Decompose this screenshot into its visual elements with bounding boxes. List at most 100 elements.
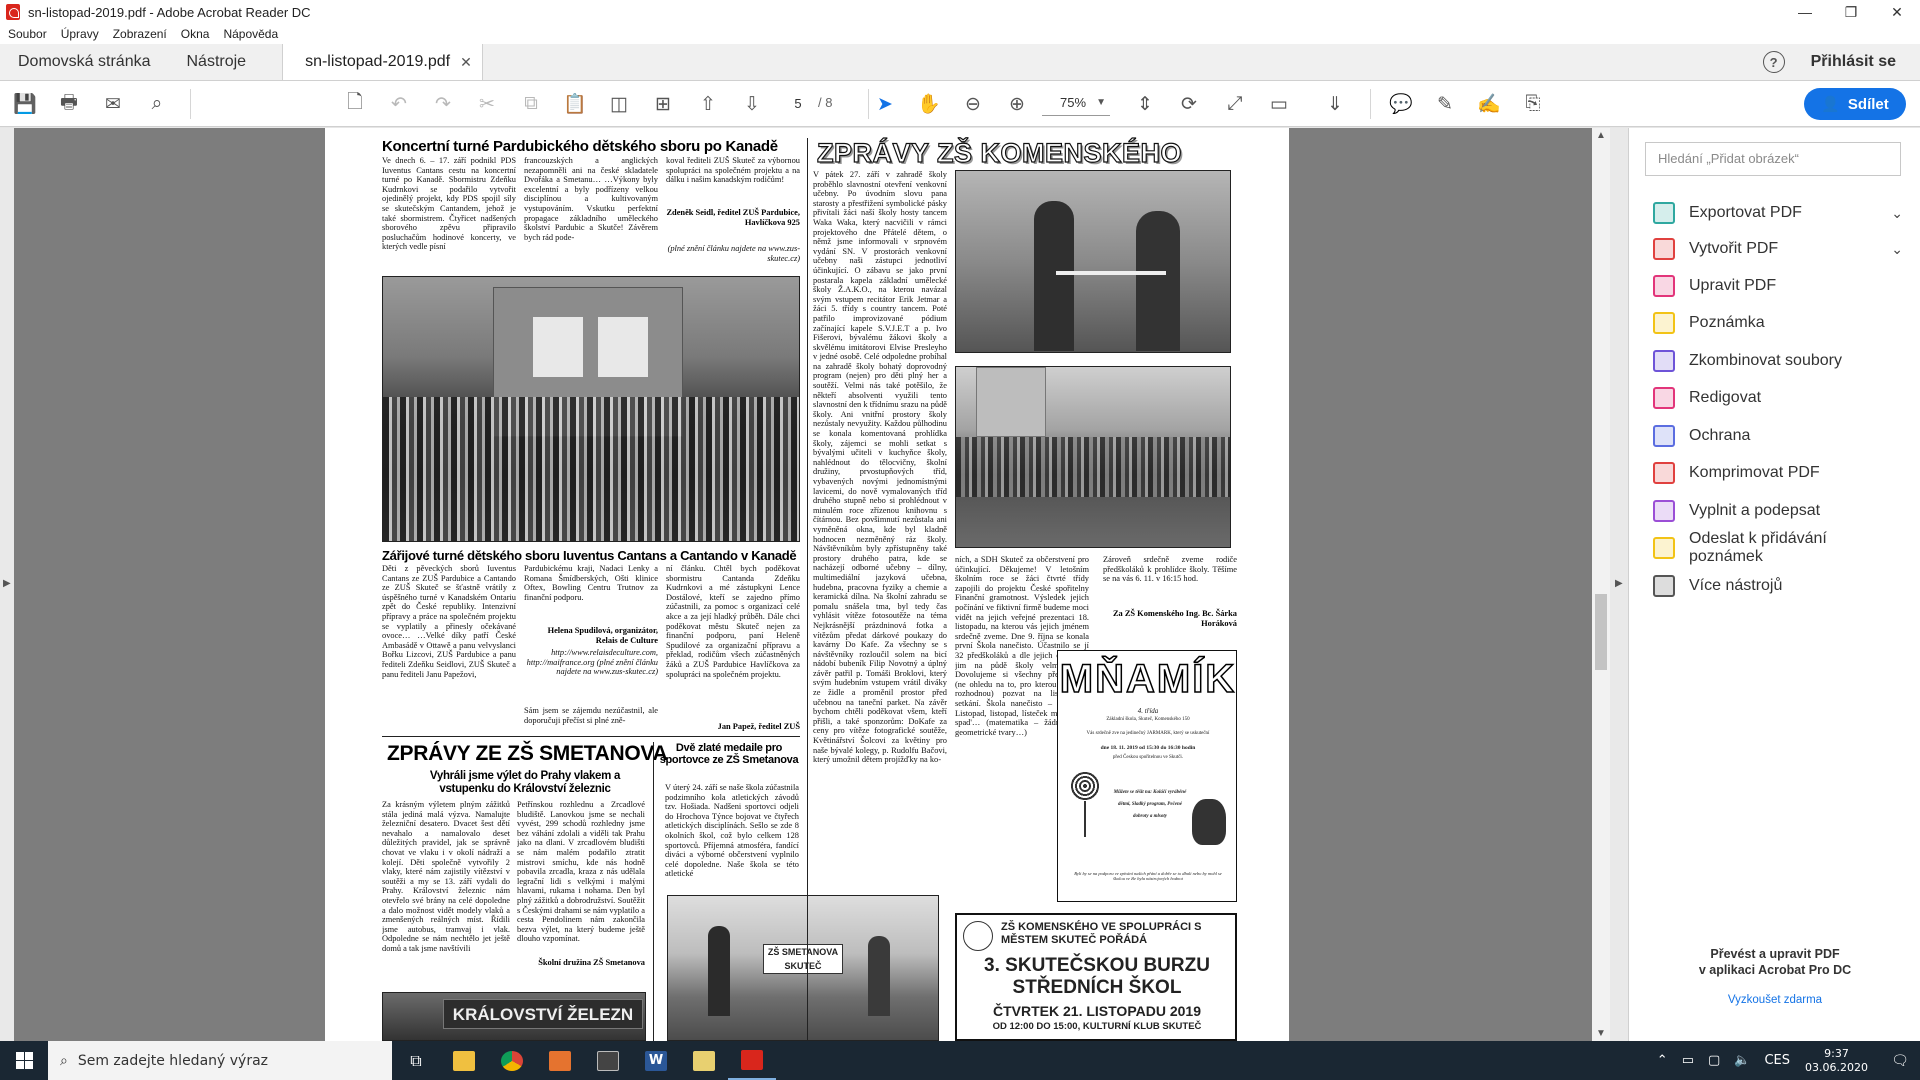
highlight-pen-icon[interactable]: ✎ <box>1432 91 1458 117</box>
zoom-out-icon[interactable]: ⊖ <box>960 91 986 117</box>
menu-window[interactable]: Okna <box>181 27 210 41</box>
maximize-button[interactable]: ❐ <box>1828 0 1874 24</box>
email-icon[interactable]: ✉ <box>100 91 126 117</box>
comment-icon[interactable]: 💬 <box>1388 91 1414 117</box>
rotate-icon[interactable]: ⟳ <box>1176 91 1202 117</box>
tool-komprimovat-pdf[interactable]: Komprimovat PDF <box>1653 460 1903 486</box>
chevron-down-icon[interactable]: ⌄ <box>1891 205 1903 222</box>
tab-tools[interactable]: Nástroje <box>169 44 265 80</box>
tool-label: Zkombinovat soubory <box>1689 352 1842 369</box>
tab-home[interactable]: Domovská stránka <box>0 44 169 80</box>
scroll-up-icon[interactable]: ▲ <box>1596 130 1606 141</box>
jarmark-poster: MŇAMÍK 4. třída Základní škola, Skuteč, … <box>1057 650 1237 902</box>
tool-vytvořit-pdf[interactable]: Vytvořit PDF ⌄ <box>1653 236 1903 262</box>
snapshot-icon[interactable]: ◫ <box>606 91 632 117</box>
save-icon[interactable]: 💾 <box>12 91 38 117</box>
tool-label: Komprimovat PDF <box>1689 464 1820 481</box>
add-user-icon: 👤 <box>1821 96 1840 113</box>
chevron-down-icon[interactable]: ⌄ <box>1891 241 1903 258</box>
menu-view[interactable]: Zobrazení <box>113 27 167 41</box>
signin-button[interactable]: Přihlásit se <box>1811 53 1896 71</box>
chevron-right-icon: ▶ <box>3 578 11 589</box>
paste-icon[interactable]: 📋 <box>562 91 588 117</box>
sign-icon[interactable]: ✍ <box>1476 91 1502 117</box>
scroll-down-icon[interactable]: ▼ <box>1596 1028 1606 1039</box>
zoom-select[interactable]: 75% ▼ <box>1042 90 1110 116</box>
start-button[interactable] <box>0 1041 48 1080</box>
task-view-icon[interactable]: ⧉ <box>392 1041 440 1080</box>
share-button[interactable]: 👤 Sdílet <box>1804 88 1906 120</box>
notification-icon[interactable]: 🗨 <box>1880 1053 1920 1069</box>
article-title-zarijove: Zářijové turné dětského sboru Iuventus C… <box>382 548 797 563</box>
chrome-icon[interactable] <box>488 1041 536 1080</box>
try-free-link[interactable]: Vyzkoušet zdarma <box>1629 994 1920 1006</box>
undo-icon[interactable]: ↶ <box>386 91 412 117</box>
tab-document[interactable]: sn-listopad-2019.pdf ✕ <box>282 44 483 80</box>
town-seal-icon <box>963 921 993 951</box>
tool-ochrana[interactable]: Ochrana <box>1653 423 1903 449</box>
acrobat-task-icon[interactable] <box>728 1041 776 1080</box>
search-icon: ⌕ <box>60 1052 68 1069</box>
tool-vyplnit-a-podepsat[interactable]: Vyplnit a podepsat <box>1653 498 1903 524</box>
presentation-app-icon[interactable] <box>536 1041 584 1080</box>
tool-icon <box>1653 500 1675 522</box>
tool-label: Redigovat <box>1689 389 1762 406</box>
network-icon[interactable]: ▭ <box>1682 1053 1694 1068</box>
display-icon[interactable]: ▢ <box>1708 1053 1720 1068</box>
compare-icon[interactable]: ⊞ <box>650 91 676 117</box>
help-icon[interactable]: ? <box>1762 51 1785 73</box>
send-sign-icon[interactable]: ⎘ <box>1520 91 1546 117</box>
page-number-input[interactable]: 5 <box>778 90 818 116</box>
add-file-icon[interactable]: 🗋 <box>342 91 368 117</box>
menu-edit[interactable]: Úpravy <box>61 27 99 41</box>
redo-icon[interactable]: ↷ <box>430 91 456 117</box>
page-down-icon[interactable]: ⇩ <box>739 91 765 117</box>
fit-page-icon[interactable]: ⇕ <box>1132 91 1158 117</box>
calculator-icon[interactable] <box>584 1041 632 1080</box>
taskbar-search[interactable]: ⌕ Sem zadejte hledaný výraz <box>48 1041 392 1080</box>
close-tab-icon[interactable]: ✕ <box>460 54 472 71</box>
windows-logo-icon <box>15 1052 33 1069</box>
scroll-mode-icon[interactable]: ⇓ <box>1322 91 1348 117</box>
scroll-thumb[interactable] <box>1595 594 1607 670</box>
tool-více-nástrojů[interactable]: Více nástrojů <box>1653 573 1903 599</box>
tools-search-input[interactable]: Hledání „Přidat obrázek“ <box>1645 142 1901 176</box>
tool-redigovat[interactable]: Redigovat <box>1653 385 1903 411</box>
notes-app-icon[interactable] <box>680 1041 728 1080</box>
print-icon[interactable]: 🖶 <box>56 91 82 117</box>
tool-odeslat-k-přidávání-poznámek[interactable]: Odeslat k přidávání poznámek <box>1653 530 1903 565</box>
tool-upravit-pdf[interactable]: Upravit PDF <box>1653 273 1903 299</box>
zoom-in-icon[interactable]: ⊕ <box>1004 91 1030 117</box>
poster-title: 3. SKUTEČSKOU BURZU STŘEDNÍCH ŠKOL <box>984 955 1210 998</box>
file-explorer-icon[interactable] <box>440 1041 488 1080</box>
minimize-button[interactable]: — <box>1782 0 1828 24</box>
chevron-up-icon[interactable]: ⌃ <box>1657 1053 1668 1068</box>
menu-file[interactable]: Soubor <box>8 27 47 41</box>
language-indicator[interactable]: CES <box>1764 1053 1790 1068</box>
volume-icon[interactable]: 🔈 <box>1734 1053 1750 1068</box>
menu-help[interactable]: Nápověda <box>223 27 278 41</box>
chevron-down-icon: ▼ <box>1096 97 1106 108</box>
tool-label: Odeslat k přidávání poznámek <box>1689 530 1827 565</box>
word-icon[interactable]: W <box>632 1041 680 1080</box>
close-window-button[interactable]: ✕ <box>1874 0 1920 24</box>
left-panel-toggle[interactable]: ▶ <box>0 128 14 1041</box>
page-up-icon[interactable]: ⇧ <box>695 91 721 117</box>
select-pointer-icon[interactable]: ➤ <box>872 91 898 117</box>
clock[interactable]: 9:37 03.06.2020 <box>1805 1047 1868 1075</box>
tool-poznámka[interactable]: Poznámka <box>1653 310 1903 336</box>
cut-icon[interactable]: ✂ <box>474 91 500 117</box>
vertical-scrollbar[interactable]: ▲ ▼ <box>1592 128 1610 1041</box>
tool-exportovat-pdf[interactable]: Exportovat PDF ⌄ <box>1653 200 1903 226</box>
article-source: http://www.relaisdeculture.com, http://m… <box>526 648 658 677</box>
copy-icon[interactable]: ⧉ <box>518 91 544 117</box>
tool-zkombinovat-soubory[interactable]: Zkombinovat soubory <box>1653 348 1903 374</box>
poster-place: před Českou spořitelnou ve Skutči. <box>1112 755 1184 760</box>
search-icon[interactable]: ⌕ <box>144 91 170 117</box>
photo-sign: ZŠ SMETANOVA SKUTEČ <box>763 944 843 974</box>
fullscreen-icon[interactable]: ⤢ <box>1222 91 1248 117</box>
hand-tool-icon[interactable]: ✋ <box>916 91 942 117</box>
railway-banner-photo: KRÁLOVSTVÍ ŽELEZN <box>382 992 646 1041</box>
page-display-icon[interactable]: ▭ <box>1266 91 1292 117</box>
right-panel-toggle[interactable]: ▶ <box>1610 128 1628 1041</box>
